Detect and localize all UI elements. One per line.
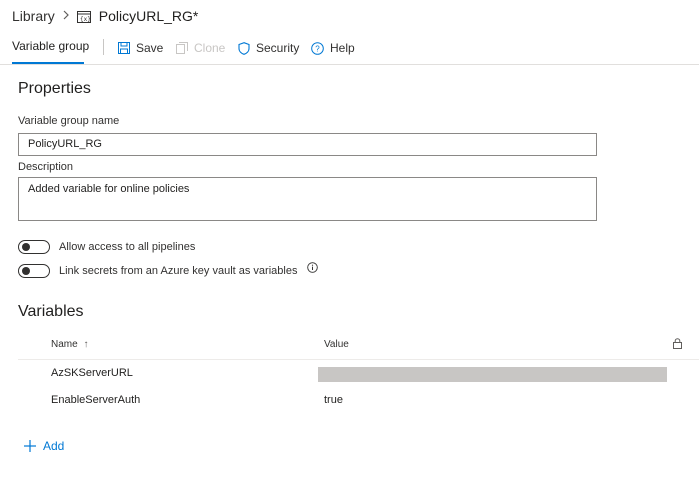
sort-ascending-icon: ↑	[83, 339, 89, 350]
chevron-right-icon	[63, 10, 69, 23]
help-icon: ?	[311, 41, 324, 55]
save-label: Save	[136, 41, 164, 55]
breadcrumb: Library {x} PolicyURL_RG*	[12, 6, 198, 26]
column-header-value: Value	[324, 339, 349, 350]
column-name-label: Name	[51, 339, 78, 350]
variable-group-name-value: PolicyURL_RG	[28, 138, 102, 150]
variables-grid-header: Name ↑ Value	[18, 334, 699, 360]
variable-name: EnableServerAuth	[51, 394, 141, 406]
clone-label: Clone	[194, 41, 226, 55]
description-label: Description	[18, 161, 74, 173]
breadcrumb-library-link[interactable]: Library	[12, 8, 55, 24]
help-button[interactable]: ? Help	[311, 39, 355, 57]
toolbar: Variable group Save Clone Security ? Hel…	[0, 32, 699, 65]
add-variable-label: Add	[43, 439, 65, 453]
link-keyvault-label: Link secrets from an Azure key vault as …	[59, 265, 298, 277]
column-header-name[interactable]: Name ↑	[51, 339, 88, 350]
svg-text:?: ?	[315, 44, 320, 53]
variable-group-name-label: Variable group name	[18, 115, 120, 127]
variable-value: true	[324, 394, 343, 406]
lock-icon	[673, 338, 682, 349]
variable-group-icon: {x}	[76, 10, 91, 23]
tab-variable-group[interactable]: Variable group	[12, 39, 89, 64]
help-label: Help	[330, 41, 355, 55]
description-value: Added variable for online policies	[28, 183, 190, 195]
variable-group-name-input[interactable]: PolicyURL_RG	[18, 133, 597, 156]
toggle-knob	[22, 267, 30, 275]
save-icon	[118, 42, 130, 54]
svg-text:{x}: {x}	[80, 16, 91, 23]
link-keyvault-toggle[interactable]	[18, 264, 50, 278]
shield-icon	[238, 41, 250, 55]
clone-icon	[176, 42, 188, 54]
security-button[interactable]: Security	[238, 39, 299, 57]
tab-variable-group-label: Variable group	[12, 39, 90, 53]
secret-value-mask[interactable]	[318, 367, 667, 382]
variable-name: AzSKServerURL	[51, 367, 133, 379]
allow-pipelines-label: Allow access to all pipelines	[59, 241, 196, 253]
plus-icon	[24, 440, 36, 452]
link-keyvault-toggle-row: Link secrets from an Azure key vault as …	[18, 261, 319, 278]
toolbar-divider	[103, 39, 104, 55]
info-icon[interactable]	[307, 261, 319, 273]
table-row[interactable]: EnableServerAuth true	[18, 388, 699, 414]
description-textarea[interactable]: Added variable for online policies	[18, 177, 597, 221]
table-row[interactable]: AzSKServerURL	[18, 361, 699, 387]
add-variable-button[interactable]: Add	[24, 439, 64, 453]
save-button[interactable]: Save	[118, 39, 163, 57]
allow-pipelines-toggle[interactable]	[18, 240, 50, 254]
toggle-knob	[22, 243, 30, 251]
clone-button[interactable]: Clone	[176, 39, 225, 57]
properties-heading: Properties	[18, 80, 91, 97]
active-tab-indicator	[12, 62, 84, 64]
variables-heading: Variables	[18, 303, 84, 320]
allow-pipelines-toggle-row: Allow access to all pipelines	[18, 240, 195, 254]
security-label: Security	[256, 41, 300, 55]
page-title: PolicyURL_RG*	[98, 8, 199, 24]
